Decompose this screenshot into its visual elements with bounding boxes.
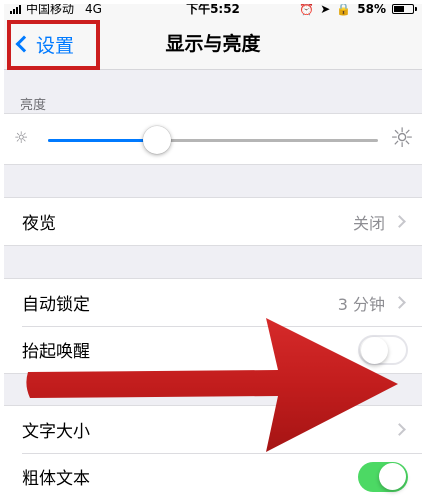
annotation-arrow-overlay (26, 318, 399, 452)
red-arrow-icon (26, 318, 399, 452)
